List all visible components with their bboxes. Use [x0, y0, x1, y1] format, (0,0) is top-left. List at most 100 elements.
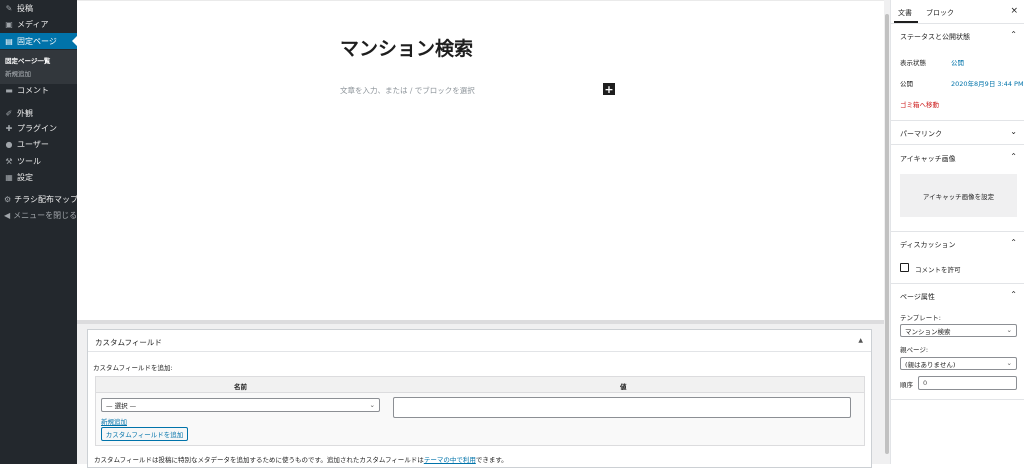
panel-featured-image[interactable]: アイキャッチ画像 ⌃	[891, 146, 1024, 170]
add-custom-field-button[interactable]: カスタムフィールドを追加	[101, 427, 188, 441]
toolbar-divider	[77, 0, 884, 1]
chevron-down-icon: ⌄	[1006, 326, 1012, 334]
wrench-icon: ⚒	[5, 156, 13, 166]
menu-item-appearance[interactable]: ✐ 外観	[0, 106, 77, 120]
panel-permalink[interactable]: パーマリンク ⌄	[891, 121, 1024, 145]
plugin-icon: ✚	[5, 123, 13, 133]
media-icon: ▣	[5, 19, 13, 29]
block-placeholder[interactable]: 文章を入力、または / でブロックを選択	[340, 85, 475, 96]
panel-page-attributes[interactable]: ページ属性 ⌃	[891, 284, 1024, 308]
menu-label: メニューを閉じる	[13, 210, 78, 220]
menu-label: 固定ページ	[17, 36, 57, 46]
add-block-button[interactable]: +	[603, 83, 615, 95]
custom-field-value-textarea[interactable]	[393, 397, 851, 418]
sidebar-tabs: 文書 ブロック ×	[891, 0, 1024, 24]
visibility-label: 表示状態	[900, 59, 926, 67]
pages-submenu: 固定ページ一覧 新規追加	[0, 50, 77, 84]
admin-menu: ✎ 投稿 ▣ メディア ▤ 固定ページ 固定ページ一覧 新規追加 ▬ コメント …	[0, 0, 79, 464]
panel-title: アイキャッチ画像	[900, 155, 956, 163]
menu-item-comments[interactable]: ▬ コメント	[0, 83, 77, 97]
chevron-up-icon: ⌃	[1010, 290, 1017, 299]
chevron-up-icon: ⌃	[1010, 30, 1017, 39]
metabox-area: カスタムフィールド ▲ カスタムフィールドを追加: 名前 値 — 選択 — ⌄ …	[77, 320, 884, 468]
menu-item-tools[interactable]: ⚒ ツール	[0, 154, 77, 168]
collapse-toggle-icon[interactable]: ▲	[858, 337, 863, 344]
custom-field-name-select[interactable]: — 選択 — ⌄	[101, 398, 380, 412]
panel-title: ディスカッション	[900, 241, 956, 249]
comment-icon: ▬	[5, 85, 13, 95]
order-input[interactable]: 0	[918, 376, 1017, 390]
order-label: 順序	[900, 381, 913, 389]
settings-sidebar: 文書 ブロック × ステータスと公開状態 ⌃ 表示状態 公開 公開 2020年8…	[890, 0, 1024, 464]
add-new-field-link[interactable]: 新規追加	[101, 416, 127, 426]
plus-icon: +	[604, 82, 614, 96]
chevron-down-icon: ⌄	[1010, 127, 1017, 136]
chevron-up-icon: ⌃	[1010, 152, 1017, 161]
allow-comments-label: コメントを許可	[915, 266, 961, 274]
editor-canvas: マンション検索 文章を入力、または / でブロックを選択 +	[77, 0, 884, 320]
collapse-menu-button[interactable]: ◀ メニューを閉じる	[0, 208, 77, 222]
move-to-trash-link[interactable]: ゴミ箱へ移動	[900, 99, 939, 109]
menu-item-settings[interactable]: ▦ 設定	[0, 170, 77, 184]
menu-item-media[interactable]: ▣ メディア	[0, 17, 77, 31]
collapse-icon: ◀	[4, 210, 11, 220]
template-label: テンプレート:	[900, 314, 941, 322]
panel-title: ページ属性	[900, 293, 935, 301]
scrollbar-thumb[interactable]	[885, 14, 889, 454]
menu-label: 投稿	[17, 3, 33, 13]
column-header-value: 値	[620, 383, 627, 391]
menu-item-pages[interactable]: ▤ 固定ページ	[0, 33, 77, 49]
panel-title: パーマリンク	[900, 130, 942, 138]
submenu-all-pages[interactable]: 固定ページ一覧	[5, 55, 50, 65]
chevron-down-icon: ⌄	[1006, 359, 1012, 367]
menu-label: チラシ配布マップ	[14, 194, 79, 204]
panel-status-visibility[interactable]: ステータスと公開状態 ⌃	[891, 26, 1024, 46]
active-tab-indicator	[894, 21, 918, 23]
metabox-title: カスタムフィールド	[95, 338, 162, 347]
parent-page-select[interactable]: (親はありません) ⌄	[900, 357, 1017, 370]
help-text: カスタムフィールドは投稿に特別なメタデータを追加するために使うものです。追加され…	[94, 456, 424, 464]
custom-fields-metabox: カスタムフィールド ▲ カスタムフィールドを追加: 名前 値 — 選択 — ⌄ …	[87, 329, 872, 468]
panel-divider	[891, 399, 1024, 400]
close-icon[interactable]: ×	[1010, 6, 1018, 16]
set-featured-image-button[interactable]: アイキャッチ画像を設定	[900, 174, 1017, 217]
table-header: 名前 値	[96, 377, 864, 393]
publish-label: 公開	[900, 80, 913, 88]
tab-document[interactable]: 文書	[898, 8, 912, 18]
metabox-header[interactable]: カスタムフィールド ▲	[88, 330, 871, 352]
theme-usage-link[interactable]: テーマの中で利用	[424, 456, 476, 464]
custom-field-help-text: カスタムフィールドは投稿に特別なメタデータを追加するために使うものです。追加され…	[94, 454, 508, 464]
add-custom-field-heading: カスタムフィールドを追加:	[93, 364, 173, 372]
gear-icon: ⚙	[4, 194, 12, 204]
visibility-value[interactable]: 公開	[951, 57, 964, 67]
panel-title: ステータスと公開状態	[900, 33, 970, 41]
post-title[interactable]: マンション検索	[340, 34, 473, 61]
custom-field-table: 名前 値 — 選択 — ⌄ 新規追加 カスタムフィールドを追加	[95, 376, 865, 446]
allow-comments-checkbox[interactable]	[900, 263, 909, 272]
menu-label: 設定	[17, 172, 33, 182]
menu-label: メディア	[17, 19, 49, 29]
select-value: マンション検索	[905, 327, 951, 336]
menu-item-posts[interactable]: ✎ 投稿	[0, 1, 77, 15]
settings-icon: ▦	[5, 172, 13, 182]
pushpin-icon: ✎	[5, 3, 13, 13]
column-header-name: 名前	[234, 383, 247, 391]
user-icon: ●	[5, 139, 13, 149]
help-suffix: できます。	[475, 456, 508, 464]
submenu-add-new[interactable]: 新規追加	[5, 68, 31, 78]
menu-item-flyer-map[interactable]: ⚙ チラシ配布マップ	[0, 192, 79, 206]
menu-item-users[interactable]: ● ユーザー	[0, 137, 77, 151]
page-icon: ▤	[5, 36, 13, 46]
tab-block[interactable]: ブロック	[926, 8, 954, 18]
publish-date[interactable]: 2020年8月9日 3:44 PM	[951, 78, 1024, 88]
select-value: (親はありません)	[905, 360, 956, 369]
template-select[interactable]: マンション検索 ⌄	[900, 324, 1017, 337]
chevron-up-icon: ⌃	[1010, 238, 1017, 247]
select-value: — 選択 —	[106, 402, 137, 410]
menu-label: プラグイン	[17, 123, 57, 133]
menu-item-plugins[interactable]: ✚ プラグイン	[0, 121, 77, 135]
appearance-icon: ✐	[5, 108, 13, 118]
panel-discussion[interactable]: ディスカッション ⌃	[891, 232, 1024, 256]
parent-page-label: 親ページ:	[900, 346, 929, 354]
chevron-down-icon: ⌄	[369, 401, 375, 409]
